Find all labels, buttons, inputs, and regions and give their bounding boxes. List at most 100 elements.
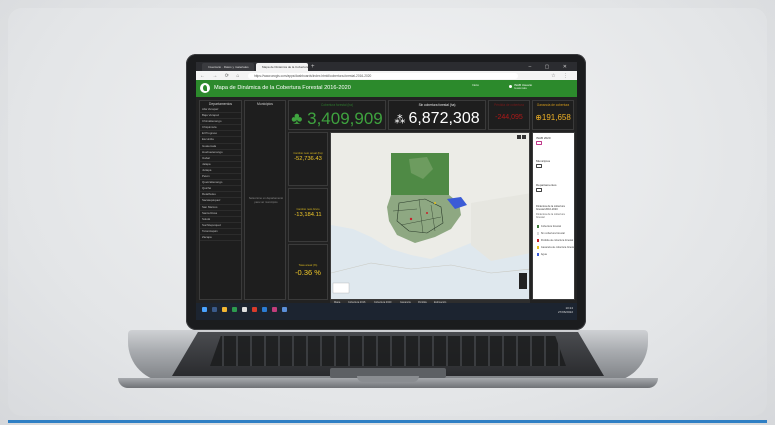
folder-app-icon[interactable] <box>222 307 227 312</box>
annual-net-change-label: Cambio neto anual (ha) <box>293 151 323 155</box>
non-forest-label: Sin cobertura forestal (ha) <box>418 103 456 107</box>
folder-icon[interactable] <box>536 141 542 145</box>
legend-item: Cobertura forestal <box>537 225 561 228</box>
folder-icon[interactable] <box>536 188 542 192</box>
browser-address-bar: ← → ⟳ ⌂ https://www.arcgis.com/apps/dash… <box>196 71 577 80</box>
window-controls[interactable]: – ▢ ✕ <box>529 63 573 71</box>
annual-net-change-value: -52,736.43 <box>294 156 322 162</box>
accent-line <box>8 420 767 423</box>
gross-net-change-value: -13,184.11 <box>294 212 322 218</box>
legend-label: Pérdida de cobertura forestal <box>540 239 574 242</box>
browser-tab[interactable]: Inventario · Datos y materiales <box>202 63 254 71</box>
department-item[interactable]: Zacapa <box>200 235 241 242</box>
dashboard-title: Mapa de Dinámica de la Cobertura Foresta… <box>214 85 351 91</box>
forest-loss-label: Pérdida de cobertura <box>494 103 524 107</box>
powerpoint-app-icon[interactable] <box>252 307 257 312</box>
browser-tabbar: Inventario · Datos y materiales Mapa de … <box>196 62 577 71</box>
excel-app-icon[interactable] <box>232 307 237 312</box>
zoom-out-button[interactable] <box>522 135 526 139</box>
forest-cover-number: 3,409,909 <box>307 109 383 128</box>
legend-subtitle: Dinámica de la cobertura forestal <box>536 213 565 220</box>
taskbar-date: 27/06/2022 <box>557 310 573 314</box>
dashboard-header: Mapa de Dinámica de la Cobertura Foresta… <box>196 80 577 97</box>
legend-item: Ganancia de cobertura forestal <box>537 246 575 249</box>
gross-net-change-label: Cambio neto bruto <box>296 207 320 211</box>
departamentos-layer-title: Departamentos <box>536 183 557 187</box>
forest-loss-indicator: Pérdida de cobertura -244,095 <box>488 100 530 130</box>
taskbar-clock[interactable]: 10:24 27/06/2022 <box>558 306 573 314</box>
user-subtitle: Guatemala <box>514 87 527 90</box>
forest-loss-value: -244,095 <box>495 114 523 121</box>
word-app-icon[interactable] <box>262 307 267 312</box>
background-stage: Inventario · Datos y materiales Mapa de … <box>0 0 775 425</box>
leaf-logo-icon <box>200 83 210 93</box>
municipalities-panel: Municipios Seleccione un departamento pa… <box>244 100 286 300</box>
dashboard-body: Departamentos Alta Verapaz Baja Verapaz Ch… <box>196 97 577 305</box>
annual-rate-indicator: Tasa anual (%) -0.36 % <box>288 244 328 300</box>
loss-spot <box>409 217 413 221</box>
annual-net-change-indicator: Cambio neto anual (ha) -52,736.43 <box>288 132 328 186</box>
layer-title: INAB 2020 <box>536 136 551 140</box>
app-icon[interactable] <box>282 307 287 312</box>
legend-swatch <box>537 253 540 256</box>
annual-rate-label: Tasa anual (%) <box>298 263 318 267</box>
forest-gain-label: Ganancia de cobertura <box>536 103 570 107</box>
municipalities-empty-message: Seleccione un departamento para ver muni… <box>248 197 284 204</box>
loss-spot <box>426 212 428 214</box>
laptop-screen: Inventario · Datos y materiales Mapa de … <box>196 62 577 320</box>
honduras-land <box>471 193 529 261</box>
search-icon[interactable] <box>212 307 217 312</box>
annual-rate-value: -0.36 % <box>295 268 321 277</box>
laptop-notch <box>357 376 419 382</box>
legend-title: Dinámica de la cobertura forestal 2016-2… <box>536 205 565 212</box>
laptop-keyboard <box>210 336 566 366</box>
browser-tab-active[interactable]: Mapa de Dinámica de la Cobertura... <box>256 63 308 71</box>
forest-cover-indicator: Cobertura forestal (ha) ♣ 3,409,909 <box>288 100 386 130</box>
non-forest-value: ⁂ 6,872,308 <box>389 110 485 129</box>
forest-gain-value: ⊕191,658 <box>533 113 573 122</box>
guatemala-map <box>331 133 529 299</box>
navigation-icons[interactable]: ← → ⟳ ⌂ <box>200 72 242 80</box>
user-icon <box>509 85 512 88</box>
legend-swatch <box>537 246 540 249</box>
municipalities-title: Municipios <box>256 102 274 106</box>
non-forest-indicator: Sin cobertura forestal (ha) ⁂ 6,872,308 <box>388 100 486 130</box>
gross-net-change-indicator: Cambio neto bruto -13,184.11 <box>288 188 328 242</box>
legend-item: Sin cobertura forestal <box>537 232 565 235</box>
address-bar-icons[interactable]: ☆ ⋮ <box>551 72 571 80</box>
legend-item: Pérdida de cobertura forestal <box>537 239 573 242</box>
forest-gain-indicator: Ganancia de cobertura ⊕191,658 <box>532 100 574 130</box>
tree-icon: ♣ <box>291 109 308 128</box>
folder-icon[interactable] <box>536 164 542 168</box>
crop-icon: ⁂ <box>394 114 409 126</box>
map-view[interactable] <box>330 132 530 300</box>
legend-label: Agua <box>540 253 547 256</box>
start-icon[interactable] <box>202 307 207 312</box>
new-tab-button[interactable]: + <box>311 63 315 71</box>
departments-list: Alta Verapaz Baja Verapaz Chimaltenango Chi… <box>200 107 241 242</box>
forest-cover-value: ♣ 3,409,909 <box>289 110 385 128</box>
layers-panel: INAB 2020 Municipios Departamentos Dinám… <box>532 132 575 300</box>
app-icon[interactable] <box>272 307 277 312</box>
forest-gain-number: 191,658 <box>541 113 571 122</box>
legend-label: Sin cobertura forestal <box>540 232 565 235</box>
departments-panel: Departamentos Alta Verapaz Baja Verapaz Ch… <box>199 100 242 300</box>
header-link[interactable]: Inicio <box>472 83 479 87</box>
legend-swatch <box>537 225 540 228</box>
map-toolbar <box>517 135 527 140</box>
user-name[interactable]: INAB Usuario Guatemala <box>514 83 532 91</box>
municipios-layer-title: Municipios <box>536 159 551 163</box>
map-control[interactable] <box>519 273 527 289</box>
plus-circle-icon: ⊕ <box>535 113 542 122</box>
legend-label: Cobertura forestal <box>540 225 561 228</box>
legend-swatch <box>537 232 540 235</box>
legend-item: Agua <box>537 253 547 256</box>
forest-cover-label: Cobertura forestal (ha) <box>320 103 354 107</box>
scale-bar <box>332 282 350 294</box>
legend-swatch <box>537 239 540 242</box>
zoom-in-button[interactable] <box>517 135 521 139</box>
windows-taskbar: 10:24 27/06/2022 <box>196 303 577 320</box>
chrome-app-icon[interactable] <box>242 307 247 312</box>
url-input[interactable]: https://www.arcgis.com/apps/dashboards/i… <box>248 72 518 79</box>
legend-label: Ganancia de cobertura forestal <box>540 246 576 249</box>
